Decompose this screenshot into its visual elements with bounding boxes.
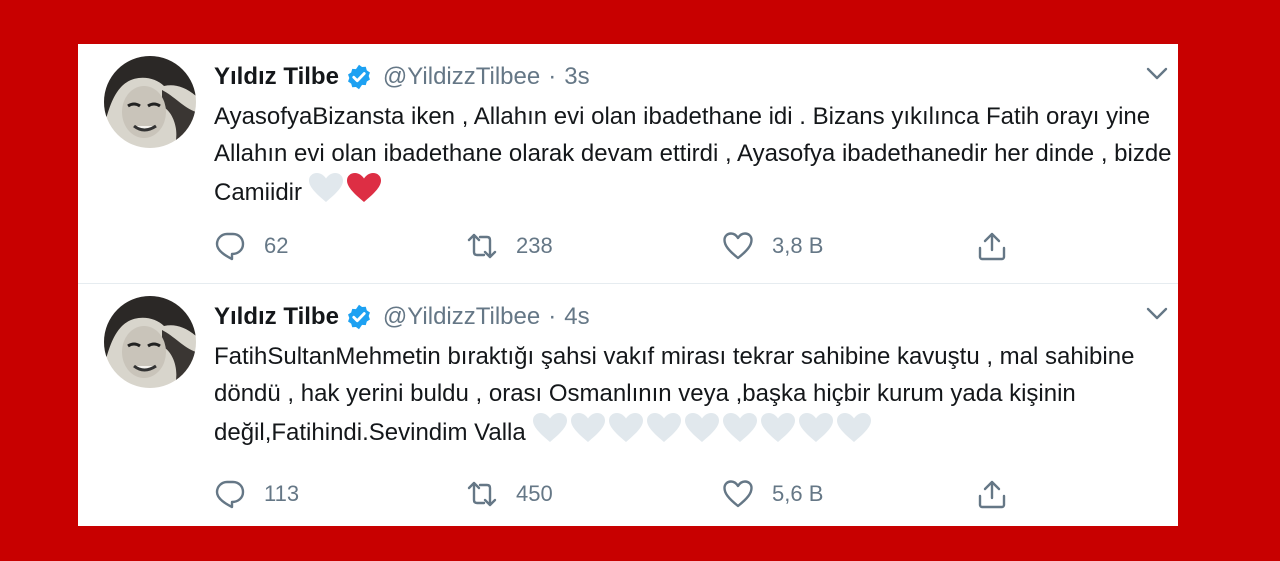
tweet-actions: 113 450 5,6 B bbox=[214, 474, 1014, 514]
tweet-1[interactable]: Yıldız Tilbe @YildizzTilbee · 3s Ayasofy… bbox=[78, 44, 1178, 284]
white-heart-icon bbox=[608, 413, 643, 442]
avatar[interactable] bbox=[104, 56, 196, 148]
display-name[interactable]: Yıldız Tilbe bbox=[214, 63, 339, 91]
reply-button[interactable]: 113 bbox=[214, 474, 299, 514]
like-button[interactable]: 3,8 B bbox=[722, 226, 823, 266]
reply-count: 113 bbox=[264, 481, 300, 506]
share-icon bbox=[978, 232, 1006, 261]
tweet-text: FatihSultanMehmetin bıraktığı şahsi vakı… bbox=[214, 338, 1174, 451]
tweet-2[interactable]: Yıldız Tilbe @YildizzTilbee · 4s FatihSu… bbox=[78, 284, 1178, 526]
retweet-button[interactable]: 450 bbox=[466, 474, 553, 514]
user-handle[interactable]: @YildizzTilbee bbox=[383, 303, 540, 331]
reply-icon bbox=[215, 232, 245, 261]
white-heart-icon bbox=[760, 413, 795, 442]
verified-badge-icon bbox=[347, 64, 370, 90]
white-heart-icon bbox=[684, 413, 719, 442]
tweet-header: Yıldız Tilbe @YildizzTilbee · 4s bbox=[214, 300, 590, 334]
tweet-text: AyasofyaBizansta iken , Allahın evi olan… bbox=[214, 98, 1174, 211]
tweet-header: Yıldız Tilbe @YildizzTilbee · 3s bbox=[214, 60, 590, 94]
like-count: 5,6 B bbox=[772, 481, 824, 506]
user-handle[interactable]: @YildizzTilbee bbox=[383, 63, 540, 91]
avatar-photo bbox=[104, 296, 196, 388]
retweet-icon bbox=[467, 481, 497, 507]
timestamp[interactable]: 3s bbox=[564, 63, 589, 91]
avatar-photo bbox=[104, 56, 196, 148]
retweet-count: 450 bbox=[516, 481, 553, 506]
heart-icon bbox=[723, 232, 753, 260]
display-name[interactable]: Yıldız Tilbe bbox=[214, 303, 339, 331]
white-heart-icon bbox=[722, 413, 757, 442]
white-heart-icon bbox=[309, 173, 344, 202]
reply-icon bbox=[215, 480, 245, 509]
white-heart-icon bbox=[836, 413, 871, 442]
share-button[interactable] bbox=[976, 226, 1008, 266]
white-heart-icon bbox=[646, 413, 681, 442]
white-heart-icon bbox=[532, 413, 567, 442]
separator-dot: · bbox=[548, 303, 557, 330]
verified-badge-icon bbox=[347, 304, 370, 330]
tweet-screenshot-panel: Yıldız Tilbe @YildizzTilbee · 3s Ayasofy… bbox=[78, 44, 1178, 526]
retweet-count: 238 bbox=[516, 233, 553, 258]
reply-button[interactable]: 62 bbox=[214, 226, 288, 266]
avatar[interactable] bbox=[104, 296, 196, 388]
chevron-down-icon[interactable] bbox=[1146, 66, 1168, 82]
white-heart-icon bbox=[570, 413, 605, 442]
red-heart-icon bbox=[347, 173, 382, 202]
timestamp[interactable]: 4s bbox=[564, 303, 589, 331]
retweet-icon bbox=[467, 233, 497, 259]
tweet-actions: 62 238 3,8 B bbox=[214, 226, 1014, 266]
retweet-button[interactable]: 238 bbox=[466, 226, 553, 266]
emoji-group bbox=[532, 412, 872, 444]
heart-icon bbox=[723, 480, 753, 508]
share-icon bbox=[978, 480, 1006, 509]
like-count: 3,8 B bbox=[772, 233, 824, 258]
reply-count: 62 bbox=[264, 233, 289, 258]
white-heart-icon bbox=[798, 413, 833, 442]
share-button[interactable] bbox=[976, 474, 1008, 514]
chevron-down-icon[interactable] bbox=[1146, 306, 1168, 322]
separator-dot: · bbox=[548, 63, 557, 90]
like-button[interactable]: 5,6 B bbox=[722, 474, 823, 514]
emoji-group bbox=[308, 172, 382, 204]
